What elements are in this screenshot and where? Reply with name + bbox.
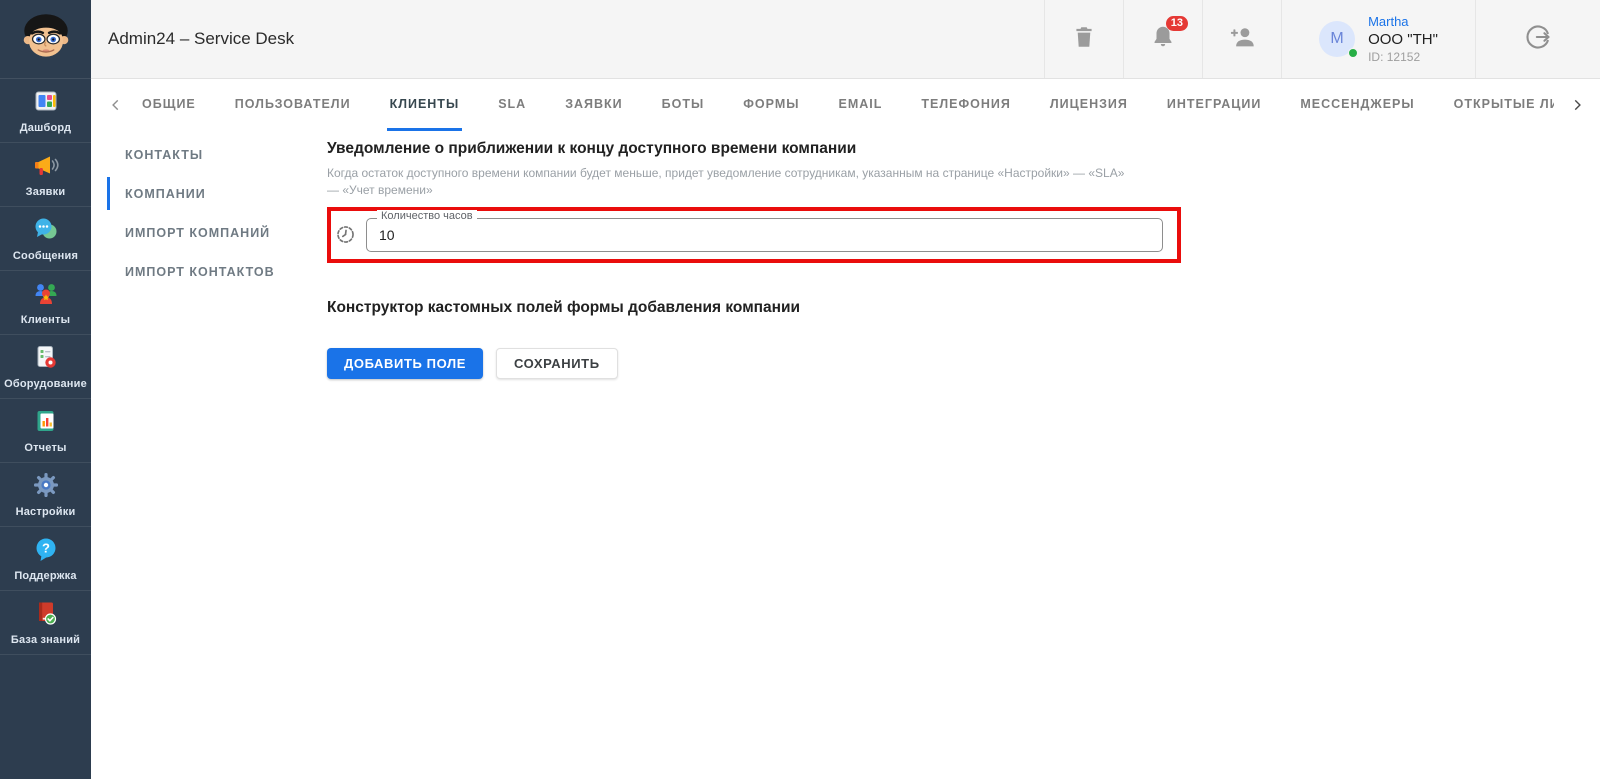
sidebar-item-label: База знаний bbox=[11, 634, 80, 646]
sidebar-item-dashboard[interactable]: Дашборд bbox=[0, 79, 91, 143]
online-status-dot bbox=[1348, 48, 1358, 58]
person-add-icon bbox=[1228, 23, 1256, 56]
notification-badge: 13 bbox=[1166, 16, 1188, 31]
sidebar-item-label: Сообщения bbox=[13, 250, 78, 262]
tab-general[interactable]: ОБЩИЕ bbox=[139, 79, 199, 131]
trash-button[interactable] bbox=[1044, 0, 1123, 78]
svg-text:?: ? bbox=[42, 540, 50, 555]
user-info: M Martha ООО "ТН" ID: 12152 bbox=[1281, 0, 1475, 78]
save-button[interactable]: СОХРАНИТЬ bbox=[496, 348, 618, 379]
sidebar-item-label: Клиенты bbox=[21, 314, 70, 326]
sidebar-item-clients[interactable]: Клиенты bbox=[0, 271, 91, 335]
tab-email[interactable]: EMAIL bbox=[835, 79, 885, 131]
sidebar-item-label: Дашборд bbox=[20, 122, 71, 134]
sidebar-item-reports[interactable]: Отчеты bbox=[0, 399, 91, 463]
tab-tickets[interactable]: ЗАЯВКИ bbox=[562, 79, 625, 131]
timer-icon bbox=[335, 224, 356, 245]
subnav-item-import-companies[interactable]: ИМПОРТ КОМПАНИЙ bbox=[91, 213, 327, 252]
user-name[interactable]: Martha bbox=[1368, 14, 1438, 29]
bell-icon bbox=[1150, 37, 1176, 54]
logout-icon bbox=[1524, 23, 1552, 56]
tab-sla[interactable]: SLA bbox=[495, 79, 529, 131]
app-title: Admin24 – Service Desk bbox=[108, 29, 294, 49]
subnav-item-contacts[interactable]: КОНТАКТЫ bbox=[91, 135, 327, 174]
avatar-face-icon bbox=[17, 8, 75, 71]
tab-telephony[interactable]: ТЕЛЕФОНИЯ bbox=[918, 79, 1013, 131]
sidebar-item-label: Заявки bbox=[26, 186, 66, 198]
sidebar-item-label: Оборудование bbox=[4, 378, 87, 390]
tab-integrations[interactable]: ИНТЕГРАЦИИ bbox=[1164, 79, 1264, 131]
tab-license[interactable]: ЛИЦЕНЗИЯ bbox=[1047, 79, 1131, 131]
notification-section-description: Когда остаток доступного времени компани… bbox=[327, 165, 1127, 200]
profile-avatar[interactable] bbox=[0, 0, 91, 79]
sidebar-item-messages[interactable]: Сообщения bbox=[0, 207, 91, 271]
sidebar: Дашборд Заявки Сообщения bbox=[0, 0, 91, 779]
sidebar-item-label: Отчеты bbox=[24, 442, 66, 454]
add-field-button[interactable]: ДОБАВИТЬ ПОЛЕ bbox=[327, 348, 483, 379]
settings-tabbar: ОБЩИЕ ПОЛЬЗОВАТЕЛИ КЛИЕНТЫ SLA ЗАЯВКИ БО… bbox=[91, 79, 1600, 131]
hours-field: Количество часов bbox=[366, 218, 1163, 252]
topbar: Admin24 – Service Desk 13 bbox=[91, 0, 1600, 79]
sidebar-item-tickets[interactable]: Заявки bbox=[0, 143, 91, 207]
sidebar-item-label: Поддержка bbox=[14, 570, 76, 582]
megaphone-icon bbox=[33, 152, 59, 183]
user-company: ООО "ТН" bbox=[1368, 31, 1438, 48]
book-icon bbox=[33, 600, 59, 631]
tab-clients[interactable]: КЛИЕНТЫ bbox=[387, 79, 463, 131]
hours-field-label: Количество часов bbox=[377, 210, 477, 222]
equipment-icon bbox=[33, 344, 59, 375]
sidebar-item-knowledge-base[interactable]: База знаний bbox=[0, 591, 91, 655]
tabs-scroll-right-button[interactable] bbox=[1554, 79, 1600, 131]
logout-button[interactable] bbox=[1475, 0, 1600, 78]
subnav-item-import-contacts[interactable]: ИМПОРТ КОНТАКТОВ bbox=[91, 252, 327, 291]
tabs-scroll-left-button[interactable] bbox=[109, 98, 123, 112]
highlight-annotation: Количество часов bbox=[327, 207, 1181, 263]
constructor-section-title: Конструктор кастомных полей формы добавл… bbox=[327, 299, 1600, 317]
clients-subnav: КОНТАКТЫ КОМПАНИИ ИМПОРТ КОМПАНИЙ ИМПОРТ… bbox=[91, 131, 327, 779]
subnav-item-companies[interactable]: КОМПАНИИ bbox=[91, 174, 327, 213]
tab-users[interactable]: ПОЛЬЗОВАТЕЛИ bbox=[232, 79, 354, 131]
sidebar-item-equipment[interactable]: Оборудование bbox=[0, 335, 91, 399]
content-area: КОНТАКТЫ КОМПАНИИ ИМПОРТ КОМПАНИЙ ИМПОРТ… bbox=[91, 131, 1600, 779]
tab-forms[interactable]: ФОРМЫ bbox=[740, 79, 802, 131]
user-id: ID: 12152 bbox=[1368, 50, 1438, 64]
main-panel: Уведомление о приближении к концу доступ… bbox=[327, 131, 1600, 779]
gear-icon bbox=[33, 472, 59, 503]
sidebar-item-support[interactable]: ? Поддержка bbox=[0, 527, 91, 591]
chat-icon bbox=[33, 216, 59, 247]
user-avatar[interactable]: M bbox=[1319, 21, 1355, 57]
trash-icon bbox=[1071, 24, 1097, 55]
hours-input[interactable] bbox=[366, 218, 1163, 252]
user-avatar-initial: M bbox=[1330, 30, 1343, 48]
reports-icon bbox=[33, 408, 59, 439]
sidebar-item-label: Настройки bbox=[16, 506, 76, 518]
clients-icon bbox=[33, 280, 59, 311]
tab-list: ОБЩИЕ ПОЛЬЗОВАТЕЛИ КЛИЕНТЫ SLA ЗАЯВКИ БО… bbox=[139, 79, 1600, 131]
notification-section-title: Уведомление о приближении к концу доступ… bbox=[327, 140, 1600, 158]
question-icon: ? bbox=[33, 536, 59, 567]
notifications-button[interactable]: 13 bbox=[1123, 0, 1202, 78]
dashboard-icon bbox=[33, 88, 59, 119]
add-user-button[interactable] bbox=[1202, 0, 1281, 78]
constructor-actions: ДОБАВИТЬ ПОЛЕ СОХРАНИТЬ bbox=[327, 348, 1600, 379]
sidebar-item-settings[interactable]: Настройки bbox=[0, 463, 91, 527]
tab-bots[interactable]: БОТЫ bbox=[659, 79, 708, 131]
tab-messengers[interactable]: МЕССЕНДЖЕРЫ bbox=[1297, 79, 1417, 131]
